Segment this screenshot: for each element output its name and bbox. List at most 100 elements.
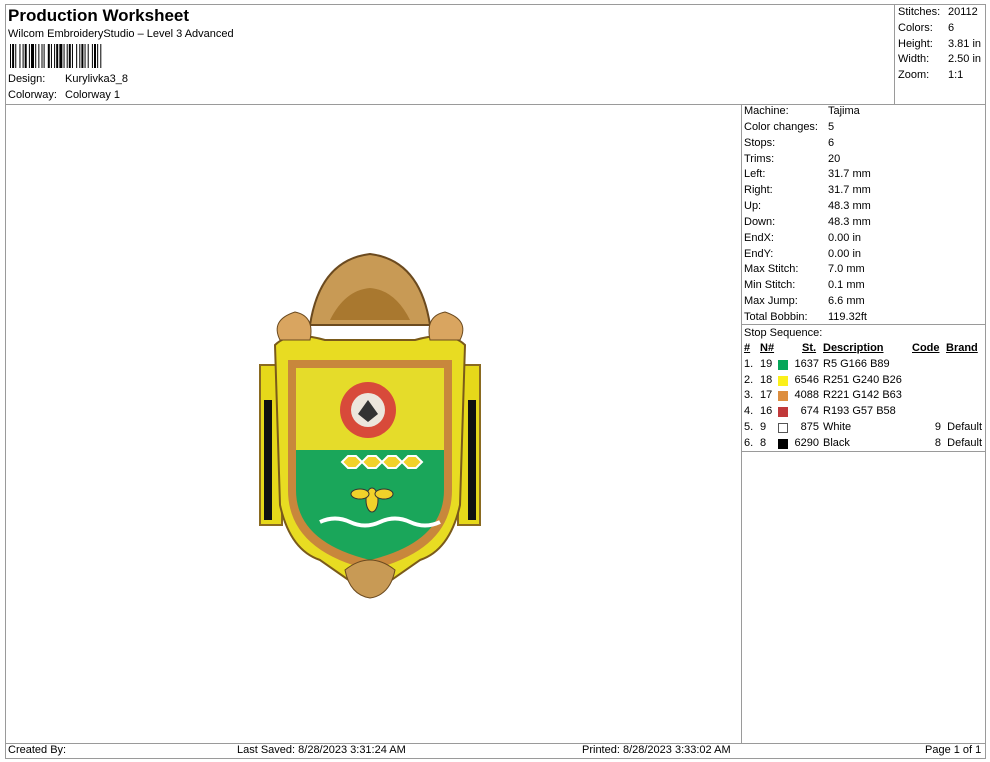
design-row: Design: Kurylivka3_8 [8, 73, 128, 85]
embroidery-design-preview [259, 252, 481, 599]
stitch-count: 4088 [794, 389, 819, 402]
barcode-bar [19, 44, 21, 68]
barcode-bar [24, 44, 27, 68]
barcode-bar [59, 44, 63, 68]
table-header: # N# St. Description Code Brand [744, 342, 978, 354]
barcode-bar [10, 44, 11, 68]
machine-stats: Machine: Tajima Color changes: 5 Stops: 6 T… [744, 104, 871, 342]
barcode-bar [100, 44, 102, 68]
row-number: 3. [744, 389, 754, 402]
design-label: Design: [8, 73, 46, 85]
thread-brand: Default [947, 436, 982, 449]
barcode-bar [35, 44, 37, 68]
barcode-bar [43, 44, 45, 68]
summary-row: Zoom: 1:1 [898, 69, 964, 82]
barcode-bar [28, 44, 30, 68]
barcode-bar [31, 44, 34, 68]
row-number: 6. [744, 436, 754, 449]
summary-divider [894, 4, 895, 104]
barcode-bar [91, 44, 93, 68]
barcode-bar [12, 44, 15, 68]
needle-number: 19 [760, 357, 773, 370]
color-description: R251 G240 B26 [823, 373, 902, 386]
sidebar-divider [741, 104, 742, 743]
stop-sequence-title: Stop Sequence: [744, 326, 823, 339]
stitch-count: 6290 [794, 436, 819, 449]
summary-row: Stitches: 20112 [898, 6, 978, 18]
page-title: Production Worksheet [8, 6, 190, 25]
colorway-value: Colorway 1 [65, 89, 121, 101]
last-saved: Last Saved: 8/28/2023 3:31:24 AM [237, 744, 406, 756]
stitch-count: 674 [800, 405, 819, 418]
printed-date: Printed: 8/28/2023 3:33:02 AM [582, 744, 731, 756]
table-row: 1. 19 1637 R5 G166 B89 [744, 357, 984, 373]
color-description: Black [823, 436, 850, 449]
barcode-bar [15, 44, 17, 68]
color-swatch [778, 438, 788, 449]
stat-row: EndY: 0.00 in [744, 247, 862, 260]
stat-row: Trims: 20 [744, 152, 841, 165]
colorway-label: Colorway: [8, 89, 57, 101]
table-row: 3. 17 4088 R221 G142 B63 [744, 388, 984, 404]
design-summary: Stitches: 20112 Colors: 6 Height: 3.81 in W… [898, 5, 981, 84]
barcode-bar [66, 44, 68, 68]
thread-code: 9 [934, 420, 941, 433]
stat-row: Down: 48.3 mm [744, 215, 871, 228]
barcode-bar [94, 44, 96, 68]
thread-brand: Default [947, 420, 982, 433]
stitch-count: 1637 [794, 357, 819, 370]
table-row: 6. 8 6290 Black 8 Default [744, 436, 984, 452]
barcode-bar [71, 44, 73, 68]
table-row: 5. 9 875 White 9 Default [744, 420, 984, 436]
row-number: 5. [744, 420, 754, 433]
needle-number: 17 [760, 389, 773, 402]
created-by: Created By: [8, 744, 67, 756]
color-swatch [778, 391, 788, 402]
stitch-count: 875 [800, 420, 819, 433]
barcode-bar [54, 44, 56, 68]
row-number: 1. [744, 357, 754, 370]
stat-row: Machine: Tajima [744, 105, 860, 117]
needle-number: 8 [760, 436, 767, 449]
stop-sequence-table: # N# St. Description Code Brand 1. 19 1637… [744, 341, 984, 452]
barcode-bar [87, 44, 89, 68]
summary-row: Height: 3.81 in [898, 37, 982, 50]
stat-row: Max Stitch: 7.0 mm [744, 263, 865, 276]
table-row: 4. 16 674 R193 G57 B58 [744, 404, 984, 420]
row-number: 4. [744, 405, 754, 418]
needle-number: 18 [760, 373, 773, 386]
barcode-bar [63, 44, 65, 68]
page-number: Page 1 of 1 [925, 744, 982, 756]
barcode-bar [81, 44, 84, 68]
stat-row: Max Jump: 6.6 mm [744, 295, 865, 308]
color-swatch [778, 359, 788, 370]
stat-row: Right: 31.7 mm [744, 184, 871, 197]
color-description: R221 G142 B63 [823, 389, 902, 402]
color-swatch [778, 375, 788, 386]
needle-number: 9 [760, 420, 767, 433]
stat-row: Stops: 6 [744, 136, 835, 149]
stat-row: Up: 48.3 mm [744, 200, 871, 213]
table-row: 2. 18 6546 R251 G240 B26 [744, 373, 984, 389]
barcode-bar [76, 44, 78, 68]
barcode-bar [47, 44, 50, 68]
barcode-bar [56, 44, 59, 68]
colorway-row: Colorway: Colorway 1 [8, 89, 120, 101]
color-description: R5 G166 B89 [823, 357, 890, 370]
barcode-bar [41, 44, 43, 68]
barcode-bar [22, 44, 24, 68]
color-description: White [823, 420, 852, 433]
stat-row: EndX: 0.00 in [744, 231, 862, 244]
needle-number: 16 [760, 405, 773, 418]
stat-row: Min Stitch: 0.1 mm [744, 279, 865, 292]
stitch-count: 6546 [794, 373, 819, 386]
design-value: Kurylivka3_8 [65, 73, 128, 85]
stat-row: Left: 31.7 mm [744, 168, 871, 181]
barcode-bar [38, 44, 40, 68]
barcode-bar [68, 44, 71, 68]
barcode-image [10, 44, 102, 68]
color-swatch [778, 407, 788, 418]
summary-row: Colors: 6 [898, 21, 955, 34]
row-number: 2. [744, 373, 754, 386]
barcode-bar [79, 44, 81, 68]
